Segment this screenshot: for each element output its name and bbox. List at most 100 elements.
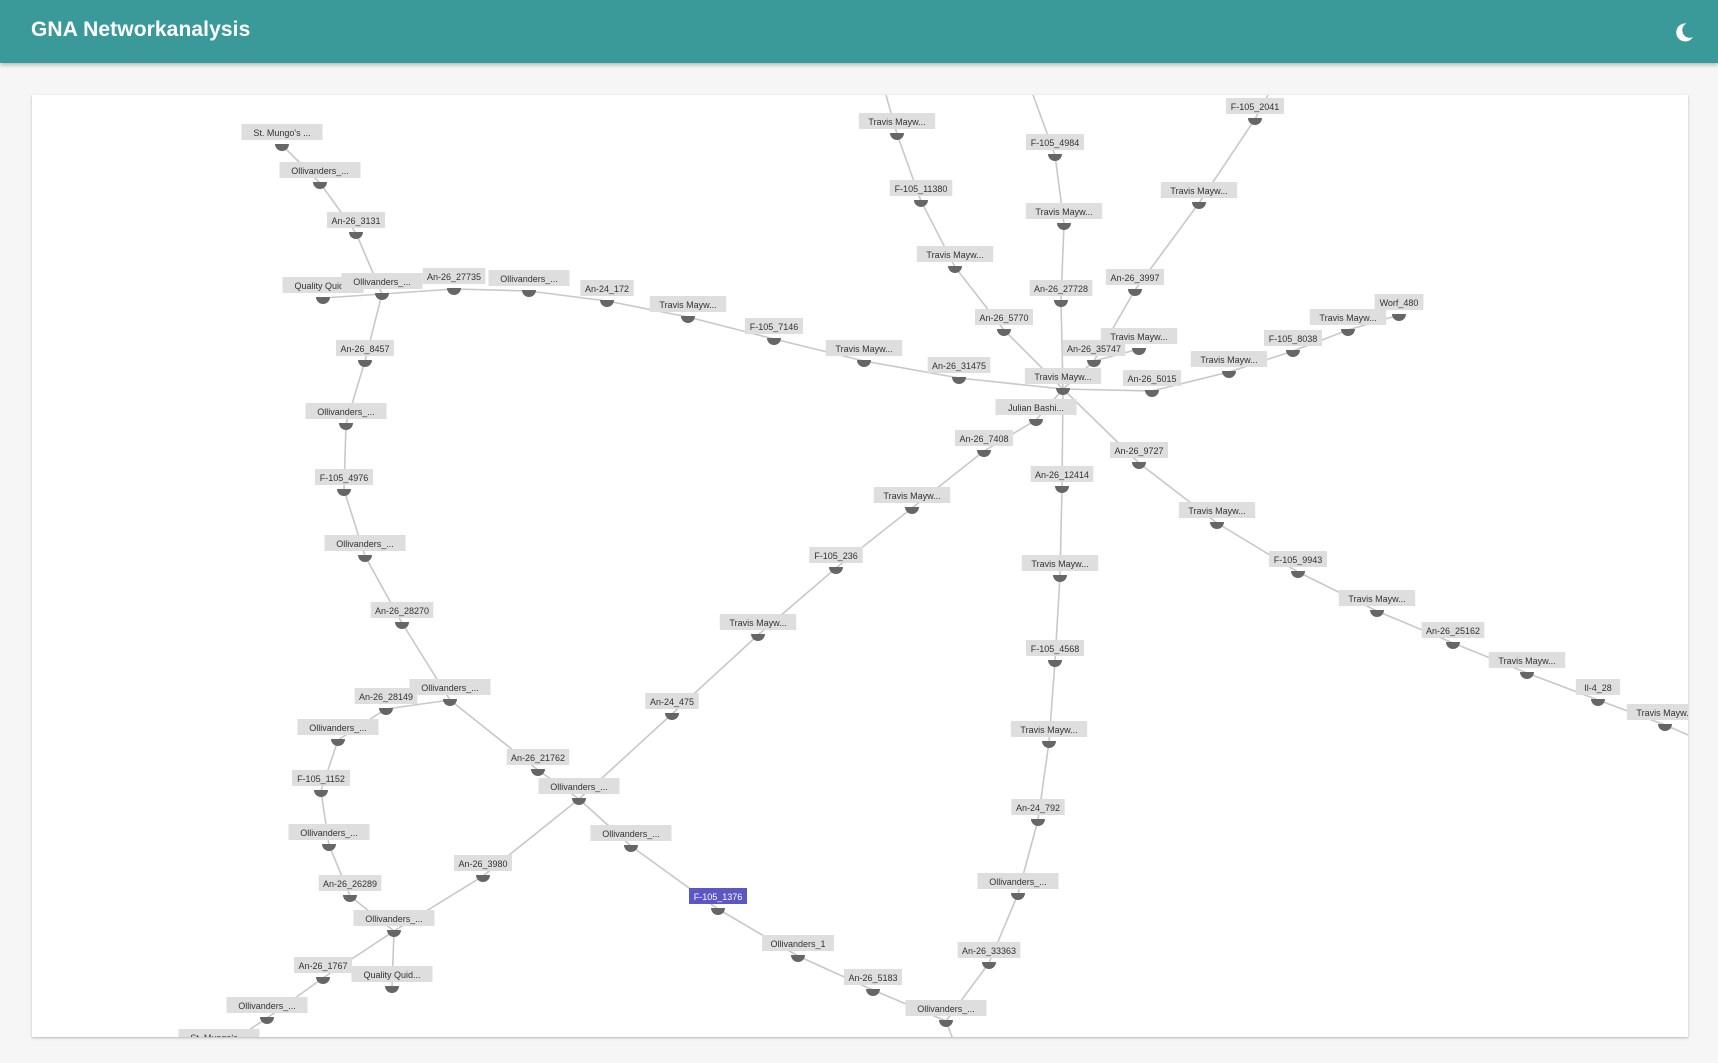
graph-node[interactable]: F-105_9943 (1269, 551, 1327, 578)
graph-node[interactable]: Ollivanders_... (977, 873, 1059, 900)
node-dot[interactable] (1446, 642, 1460, 649)
graph-node[interactable]: An-26_35747 (1062, 340, 1126, 367)
node-dot[interactable] (1055, 486, 1069, 493)
node-dot[interactable] (385, 986, 399, 993)
node-dot[interactable] (443, 699, 457, 706)
node-dot[interactable] (1591, 699, 1605, 706)
node-dot[interactable] (767, 338, 781, 345)
node-dot[interactable] (1042, 741, 1056, 748)
graph-node[interactable]: Travis Mayw... (1626, 704, 1688, 731)
node-dot[interactable] (1520, 672, 1534, 679)
node-dot[interactable] (1053, 575, 1067, 582)
graph-node[interactable]: Travis Mayw... (1010, 721, 1088, 748)
node-dot[interactable] (358, 555, 372, 562)
graph-node[interactable]: F-105_4984 (1026, 134, 1084, 161)
node-dot[interactable] (600, 300, 614, 307)
graph-node[interactable]: An-26_33363 (957, 942, 1021, 969)
graph-node[interactable]: Travis Mayw... (1338, 590, 1416, 617)
node-dot[interactable] (977, 450, 991, 457)
node-dot[interactable] (395, 622, 409, 629)
graph-node[interactable]: Travis Mayw... (1178, 502, 1256, 529)
node-dot[interactable] (1048, 154, 1062, 161)
node-dot[interactable] (1029, 419, 1043, 426)
graph-node[interactable]: Travis Mayw... (1488, 652, 1566, 679)
node-dot[interactable] (1011, 893, 1025, 900)
node-dot[interactable] (375, 293, 389, 300)
graph-node[interactable]: An-26_12414 (1030, 466, 1094, 493)
graph-node[interactable]: An-26_5015 (1123, 370, 1181, 397)
graph-node[interactable]: Travis Mayw... (1024, 368, 1102, 395)
node-dot[interactable] (531, 769, 545, 776)
node-dot[interactable] (1132, 348, 1146, 355)
graph-node[interactable]: Ollivanders_... (226, 997, 308, 1024)
graph-node[interactable]: An-26_1767 (294, 957, 352, 984)
node-dot[interactable] (260, 1017, 274, 1024)
graph-node[interactable]: An-26_3980 (454, 855, 512, 882)
graph-node[interactable]: An-24_475 (645, 693, 699, 720)
node-dot[interactable] (387, 930, 401, 937)
graph-node[interactable]: F-105_2041 (1226, 98, 1284, 125)
graph-node[interactable]: An-26_7408 (955, 430, 1013, 457)
node-dot[interactable] (447, 288, 461, 295)
node-dot[interactable] (339, 423, 353, 430)
graph-node[interactable]: An-26_21762 (506, 749, 570, 776)
graph-node[interactable]: Ollivanders_... (279, 162, 361, 189)
node-dot[interactable] (857, 360, 871, 367)
graph-node[interactable]: Ollivanders_... (538, 778, 620, 805)
graph-node[interactable]: An-24_172 (580, 280, 634, 307)
graph-node[interactable]: F-105_4568 (1026, 640, 1084, 667)
graph-node[interactable]: Travis Mayw... (1021, 555, 1099, 582)
graph-node[interactable]: Travis Mayw... (1190, 351, 1268, 378)
node-dot[interactable] (316, 977, 330, 984)
node-dot[interactable] (349, 232, 363, 239)
node-dot[interactable] (1392, 314, 1406, 321)
graph-node[interactable]: An-26_27728 (1029, 280, 1093, 307)
node-dot[interactable] (1192, 202, 1206, 209)
graph-node[interactable]: An-26_9727 (1110, 442, 1168, 469)
node-dot[interactable] (1145, 390, 1159, 397)
node-dot[interactable] (1248, 118, 1262, 125)
graph-node[interactable]: Julian Bashi... (995, 399, 1077, 426)
graph-node[interactable]: Ollivanders_... (590, 825, 672, 852)
node-dot[interactable] (358, 360, 372, 367)
graph-node[interactable]: Ollivanders_... (297, 719, 379, 746)
graph-node[interactable]: St. Mungo's ... (178, 1029, 260, 1037)
graph-node[interactable]: Ollivanders_... (353, 910, 435, 937)
node-dot[interactable] (1054, 300, 1068, 307)
graph-node[interactable]: Quality Quid... (351, 966, 433, 993)
node-dot[interactable] (1286, 350, 1300, 357)
node-dot[interactable] (322, 844, 336, 851)
node-dot[interactable] (1128, 289, 1142, 296)
graph-node[interactable]: An-24_792 (1011, 799, 1065, 826)
node-dot[interactable] (476, 875, 490, 882)
node-dot[interactable] (1132, 462, 1146, 469)
theme-toggle-button[interactable] (1666, 14, 1702, 50)
graph-node[interactable]: Ollivanders_... (905, 1000, 987, 1027)
graph-node[interactable]: Ollivanders_... (409, 679, 491, 706)
node-dot[interactable] (316, 297, 330, 304)
graph-node[interactable]: F-105_11380 (889, 180, 953, 207)
node-dot[interactable] (948, 266, 962, 273)
network-graph-panel[interactable]: St. Mungo's ... Ollivanders_... An-26_3131… (32, 95, 1688, 1037)
graph-node[interactable]: Travis Mayw... (858, 113, 936, 140)
graph-node[interactable]: Travis Mayw... (719, 614, 797, 641)
node-dot[interactable] (522, 290, 536, 297)
node-dot[interactable] (343, 895, 357, 902)
graph-node[interactable]: Ollivanders_... (288, 824, 370, 851)
node-dot[interactable] (905, 507, 919, 514)
graph-node[interactable]: Ollivanders_... (305, 403, 387, 430)
node-dot[interactable] (890, 133, 904, 140)
graph-node[interactable]: F-105_7146 (745, 318, 803, 345)
graph-node[interactable]: Il-4_28 (1575, 679, 1621, 706)
graph-node[interactable]: An-26_3997 (1106, 269, 1164, 296)
graph-node[interactable]: Travis Mayw... (1160, 182, 1238, 209)
node-dot[interactable] (314, 790, 328, 797)
graph-node[interactable]: Travis Mayw... (1025, 203, 1103, 230)
graph-node[interactable]: Ollivanders_... (488, 270, 570, 297)
node-dot[interactable] (952, 377, 966, 384)
graph-node[interactable]: An-26_8457 (336, 340, 394, 367)
graph-node[interactable]: An-26_25162 (1421, 622, 1485, 649)
graph-node[interactable]: Ollivanders_1 (762, 935, 834, 962)
node-dot[interactable] (866, 989, 880, 996)
node-dot[interactable] (1031, 819, 1045, 826)
